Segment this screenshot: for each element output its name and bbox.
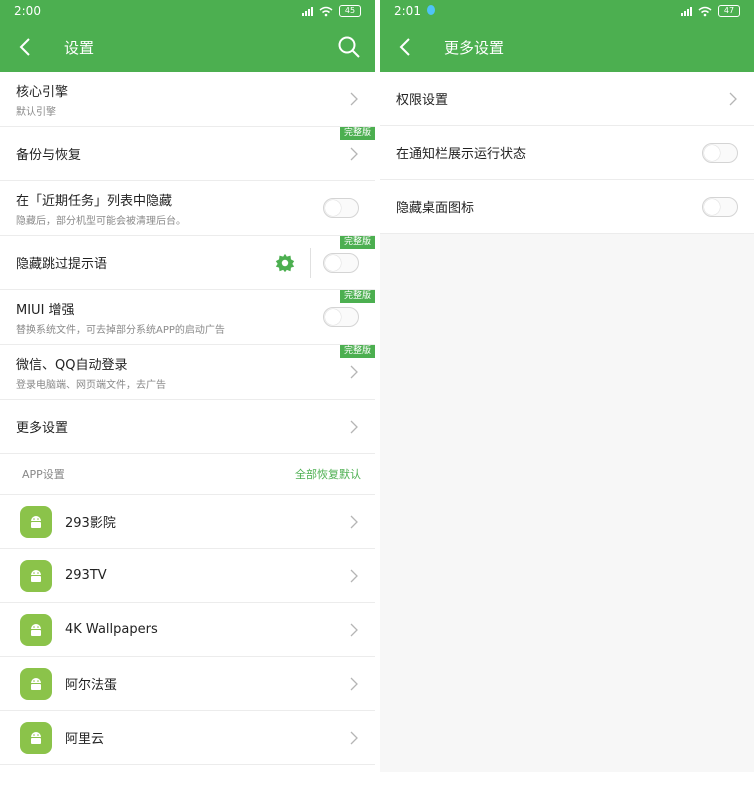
app-settings-header: APP设置 全部恢复默认	[0, 454, 375, 495]
app-list: 293影院 293TV 4K Wallpapers 阿尔法蛋 阿里云	[0, 495, 375, 772]
notification-status-toggle[interactable]	[702, 142, 738, 163]
chevron-right-icon	[350, 569, 358, 582]
app-name: 4K Wallpapers	[65, 622, 158, 637]
android-icon	[20, 505, 52, 538]
status-time: 2:00	[14, 4, 41, 18]
android-icon	[20, 667, 52, 700]
android-icon	[20, 613, 52, 646]
list-item[interactable]: 4K Wallpapers	[0, 603, 375, 657]
chevron-right-icon	[350, 623, 358, 636]
page-title: 设置	[64, 38, 95, 57]
restore-all-defaults-link[interactable]: 全部恢复默认	[295, 466, 361, 482]
full-version-badge: 完整版	[339, 345, 375, 358]
setting-subtitle: 默认引擎	[16, 106, 56, 118]
back-arrow-icon	[399, 38, 410, 56]
setting-title: 在通知栏展示运行状态	[396, 147, 527, 162]
setting-auto-login[interactable]: 完整版 微信、QQ自动登录登录电脑端、网页端文件，去广告	[0, 345, 375, 400]
water-drop-icon	[426, 5, 435, 15]
back-arrow-icon	[19, 38, 30, 56]
list-item[interactable]: 293TV	[0, 549, 375, 603]
gear-icon[interactable]	[274, 252, 296, 274]
app-bar: 更多设置	[380, 22, 754, 72]
setting-subtitle: 替换系统文件，可去掉部分系统APP的启动广告	[16, 324, 225, 336]
wifi-icon	[319, 6, 333, 16]
signal-icon	[302, 6, 313, 16]
more-settings-list: 权限设置 在通知栏展示运行状态 隐藏桌面图标	[380, 72, 754, 234]
divider	[310, 247, 311, 278]
setting-title: 更多设置	[16, 421, 69, 436]
chevron-right-icon	[350, 731, 358, 744]
list-item[interactable]: 阿尔法蛋	[0, 657, 375, 711]
setting-backup-restore[interactable]: 完整版 备份与恢复	[0, 127, 375, 181]
android-icon	[20, 721, 52, 754]
setting-hide-in-recents[interactable]: 在「近期任务」列表中隐藏隐藏后，部分机型可能会被清理后台。	[0, 181, 375, 236]
chevron-right-icon	[350, 677, 358, 690]
setting-title: 在「近期任务」列表中隐藏	[16, 193, 173, 209]
wifi-icon	[698, 6, 712, 16]
app-name: 293影院	[65, 516, 116, 531]
app-name: 293TV	[65, 568, 107, 583]
settings-list: 核心引擎默认引擎 完整版 备份与恢复 在「近期任务」列表中隐藏隐藏后，部分机型可…	[0, 72, 375, 454]
list-item-partial[interactable]	[0, 765, 375, 772]
setting-permissions[interactable]: 权限设置	[380, 72, 754, 126]
miui-enhance-toggle[interactable]	[323, 307, 359, 327]
setting-title: 备份与恢复	[16, 148, 82, 163]
setting-title: 核心引擎	[16, 84, 69, 100]
setting-subtitle: 登录电脑端、网页端文件，去广告	[16, 379, 166, 391]
setting-miui-enhance[interactable]: 完整版 MIUI 增强替换系统文件，可去掉部分系统APP的启动广告	[0, 290, 375, 345]
chevron-right-icon	[350, 365, 358, 379]
setting-subtitle: 隐藏后，部分机型可能会被清理后台。	[16, 215, 186, 227]
chevron-right-icon	[350, 515, 358, 528]
search-icon[interactable]	[337, 35, 361, 59]
full-version-badge: 完整版	[339, 127, 375, 140]
setting-notification-status[interactable]: 在通知栏展示运行状态	[380, 126, 754, 180]
chevron-right-icon	[350, 92, 358, 106]
setting-title: MIUI 增强	[16, 302, 75, 318]
chevron-right-icon	[729, 92, 737, 105]
full-version-badge: 完整版	[339, 236, 375, 249]
chevron-right-icon	[350, 147, 358, 160]
list-item[interactable]: 阿里云	[0, 711, 375, 765]
chevron-right-icon	[350, 420, 358, 433]
app-name: 阿里云	[65, 732, 105, 747]
section-label: APP设置	[22, 468, 65, 481]
setting-core-engine[interactable]: 核心引擎 默认引擎	[0, 72, 375, 127]
settings-screen: 2:00 45 设置 核心引擎默认引擎 完整版 备份与恢复 在「近期任务」列表中…	[0, 0, 375, 772]
full-version-badge: 完整版	[339, 290, 375, 303]
setting-title: 隐藏桌面图标	[396, 201, 475, 216]
setting-hide-skip-hint[interactable]: 完整版 隐藏跳过提示语	[0, 236, 375, 290]
app-bar: 设置	[0, 22, 375, 72]
setting-title: 微信、QQ自动登录	[16, 357, 128, 373]
battery-icon: 47	[718, 5, 740, 17]
page-title: 更多设置	[444, 38, 505, 57]
status-bar: 2:00 45	[0, 0, 375, 22]
list-item[interactable]: 293影院	[0, 495, 375, 549]
android-icon	[20, 559, 52, 592]
hide-skip-hint-toggle[interactable]	[323, 252, 359, 273]
back-button[interactable]	[14, 36, 36, 58]
app-name: 阿尔法蛋	[65, 678, 118, 693]
setting-more[interactable]: 更多设置	[0, 400, 375, 454]
signal-icon	[681, 6, 692, 16]
setting-title: 隐藏跳过提示语	[16, 257, 108, 272]
battery-icon: 45	[339, 5, 361, 17]
more-settings-screen: 2:01 47 更多设置 权限设置 在通知栏展示运行状态 隐藏桌面图标	[380, 0, 754, 772]
hide-desktop-icon-toggle[interactable]	[702, 196, 738, 217]
back-button[interactable]	[394, 36, 416, 58]
status-bar: 2:01 47	[380, 0, 754, 22]
status-time: 2:01	[394, 4, 421, 18]
setting-hide-desktop-icon[interactable]: 隐藏桌面图标	[380, 180, 754, 234]
setting-title: 权限设置	[396, 93, 449, 108]
hide-recents-toggle[interactable]	[323, 198, 359, 218]
